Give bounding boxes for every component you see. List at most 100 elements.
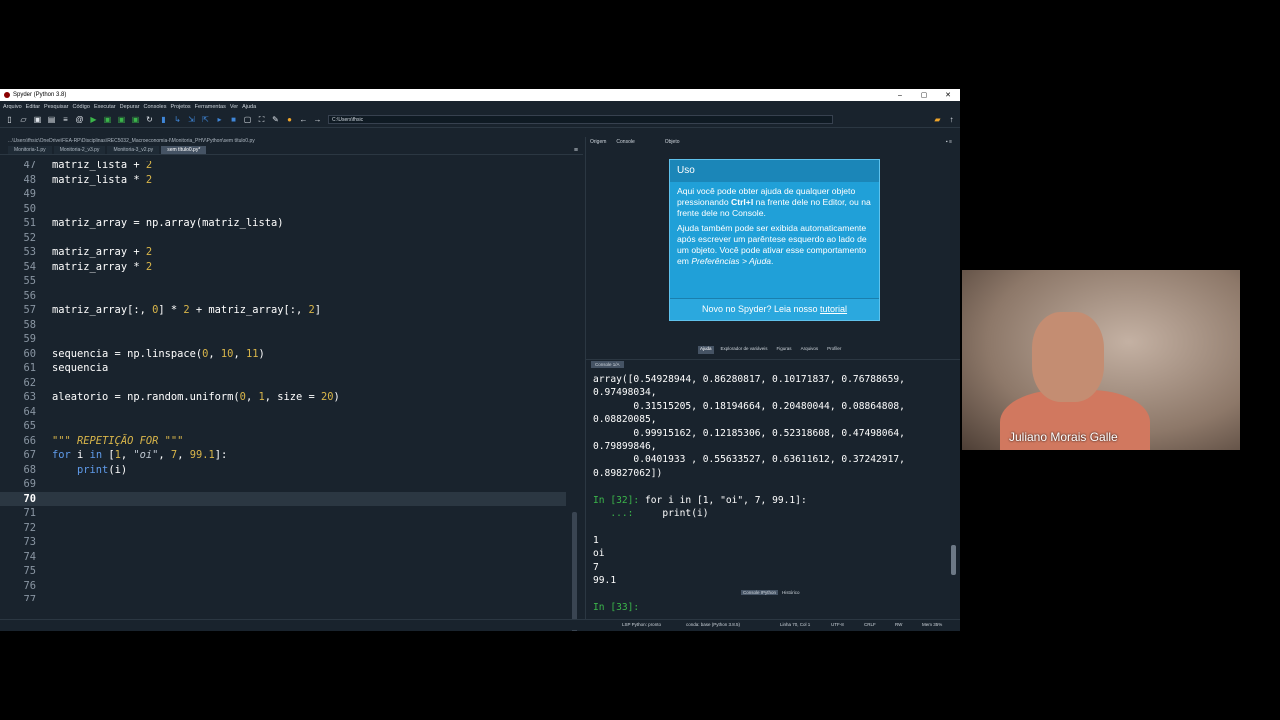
line-number: 52 [23, 231, 36, 244]
tab-profiler[interactable]: Profiler [825, 346, 843, 354]
tab-ajuda[interactable]: Ajuda [698, 346, 714, 354]
code-line[interactable]: 68 print(i) [0, 463, 566, 478]
tab-files[interactable]: Arquivos [799, 346, 821, 354]
code-line[interactable]: 51 matriz_array = np.array(matriz_lista) [0, 216, 566, 231]
code-line[interactable]: 48 matriz_lista * 2 [0, 173, 566, 188]
code-line[interactable]: 62 [0, 376, 566, 391]
maximize-button[interactable]: ▢ [912, 91, 936, 99]
save-all-icon[interactable]: ▤ [46, 114, 57, 125]
working-directory-input[interactable]: C:\Users\fhsic [328, 115, 833, 124]
code-line[interactable]: 54 matriz_array * 2 [0, 260, 566, 275]
run-icon[interactable]: ▶ [88, 114, 99, 125]
code-line[interactable]: 55 [0, 274, 566, 289]
minimize-button[interactable]: – [888, 92, 912, 99]
code-line[interactable]: 71 [0, 506, 566, 521]
console-output[interactable]: array([0.54928944, 0.86280817, 0.1017183… [593, 373, 948, 614]
help-source-label[interactable]: Origem [590, 139, 606, 145]
tab-ipython-console[interactable]: Console IPython [741, 590, 779, 595]
step-icon[interactable]: ↳ [172, 114, 183, 125]
forward-icon[interactable]: → [312, 114, 323, 125]
preferences-icon[interactable]: ✎ [270, 114, 281, 125]
menu-arquivo[interactable]: Arquivo [3, 104, 22, 110]
tab-monitoria-1[interactable]: Monitoria-1.py [8, 146, 52, 154]
menu-depurar[interactable]: Depurar [120, 104, 140, 110]
code-line[interactable]: 77 [0, 593, 566, 601]
parent-dir-icon[interactable]: ↑ [946, 114, 957, 125]
menu-editar[interactable]: Editar [26, 104, 40, 110]
stop-icon[interactable]: ■ [228, 114, 239, 125]
code-line[interactable]: 49 [0, 187, 566, 202]
code-line[interactable]: 60 sequencia = np.linspace(0, 10, 11) [0, 347, 566, 362]
code-line[interactable]: 72 [0, 521, 566, 536]
code-line[interactable]: 75 [0, 564, 566, 579]
code-line[interactable]: 50 [0, 202, 566, 217]
code-line[interactable]: 59 [0, 332, 566, 347]
prompt-32: In [32]: [593, 494, 640, 506]
run-cell-icon[interactable]: ▣ [102, 114, 113, 125]
code-line[interactable]: 70 [0, 491, 566, 506]
code-line[interactable]: 67 for i in [1, "oi", 7, 99.1]: [0, 448, 566, 463]
code-line[interactable]: 69 [0, 477, 566, 492]
code-line[interactable]: 76 [0, 579, 566, 594]
back-icon[interactable]: ← [298, 114, 309, 125]
help-console-label[interactable]: Console [616, 139, 634, 145]
python-path-icon[interactable]: ● [284, 114, 295, 125]
console-scrollbar[interactable] [951, 545, 956, 575]
debug-icon[interactable]: ▮ [158, 114, 169, 125]
menu-ver[interactable]: Ver [230, 104, 238, 110]
code-line[interactable]: 47 matriz_lista + 2 [0, 161, 566, 173]
menu-projetos[interactable]: Projetos [170, 104, 190, 110]
vertical-scrollbar[interactable] [572, 512, 577, 631]
tab-monitoria-3[interactable]: Monitoria-3_v2.py [107, 146, 160, 154]
open-file-icon[interactable]: ▱ [18, 114, 29, 125]
tab-sem-titulo[interactable]: sem título0.py* [161, 146, 207, 154]
menu-consoles[interactable]: Consoles [144, 104, 167, 110]
rerun-icon[interactable]: ↻ [144, 114, 155, 125]
run-cell-advance-icon[interactable]: ▣ [116, 114, 127, 125]
tab-variable-explorer[interactable]: Explorador de variáveis [719, 346, 770, 354]
code-line[interactable]: 58 [0, 318, 566, 333]
save-icon[interactable]: ▣ [32, 114, 43, 125]
code-line[interactable]: 53 matriz_array + 2 [0, 245, 566, 260]
code-line[interactable]: 63 aleatorio = np.random.uniform(0, 1, si… [0, 390, 566, 405]
tutorial-link[interactable]: tutorial [820, 304, 847, 314]
close-button[interactable]: ✕ [936, 91, 960, 99]
menu-executar[interactable]: Executar [94, 104, 116, 110]
menu-codigo[interactable]: Código [73, 104, 90, 110]
memory-usage: Mem 35% [922, 622, 943, 627]
line-number: 53 [23, 246, 36, 258]
help-pane-tabs: Ajuda Explorador de variáveis Figuras Ar… [698, 346, 848, 354]
eol-mode: CRLF [864, 622, 876, 627]
tab-figures[interactable]: Figuras [775, 346, 794, 354]
menu-pesquisar[interactable]: Pesquisar [44, 104, 68, 110]
menu-ferramentas[interactable]: Ferramentas [195, 104, 226, 110]
browse-folder-icon[interactable]: ▰ [932, 114, 943, 125]
help-object-label[interactable]: Objeto [665, 139, 680, 145]
editor-options-icon[interactable]: ≡ [574, 147, 578, 154]
code-area[interactable]: 47 matriz_lista + 2 48 matriz_lista * 2 49 50… [0, 161, 566, 601]
code-line[interactable]: 65 [0, 419, 566, 434]
list-icon[interactable]: ≡ [60, 114, 71, 125]
step-into-icon[interactable]: ⇲ [186, 114, 197, 125]
at-icon[interactable]: @ [74, 114, 85, 125]
code-line[interactable]: 66 """ REPETIÇÃO FOR """ [0, 434, 566, 449]
code-line[interactable]: 57 matriz_array[:, 0] * 2 + matriz_array[… [0, 303, 566, 318]
code-line[interactable]: 56 [0, 289, 566, 304]
code-line[interactable]: 61 sequencia [0, 361, 566, 376]
console-tab[interactable]: Console 1/A [591, 361, 624, 368]
code-line[interactable]: 73 [0, 535, 566, 550]
new-file-icon[interactable]: ▯ [4, 114, 15, 125]
fullscreen-icon[interactable]: ⛶ [256, 114, 267, 125]
code-line[interactable]: 74 [0, 550, 566, 565]
code-line[interactable]: 52 [0, 231, 566, 246]
step-return-icon[interactable]: ⇱ [200, 114, 211, 125]
maximize-pane-icon[interactable]: ▢ [242, 114, 253, 125]
run-selection-icon[interactable]: ▣ [130, 114, 141, 125]
lock-icon[interactable]: ▪ ≡ [946, 139, 952, 145]
tab-monitoria-2[interactable]: Monitoria-2_v3.py [53, 146, 106, 154]
menu-ajuda[interactable]: Ajuda [242, 104, 256, 110]
tab-history[interactable]: Histórico [780, 590, 802, 595]
webcam-overlay: Juliano Morais Galle [962, 270, 1240, 450]
continue-icon[interactable]: ▸ [214, 114, 225, 125]
code-line[interactable]: 64 [0, 405, 566, 420]
